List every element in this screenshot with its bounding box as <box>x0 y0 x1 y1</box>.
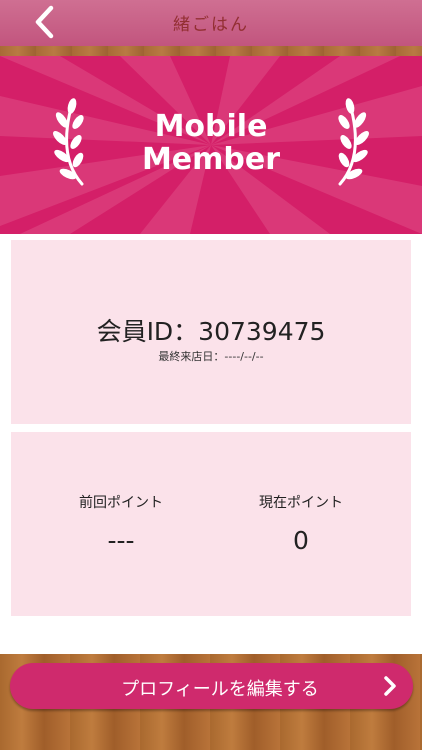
mobile-member-banner: Mobile Member <box>0 56 422 234</box>
laurel-right-icon <box>338 98 369 186</box>
previous-points-label: 前回ポイント <box>79 495 163 511</box>
edit-profile-button[interactable]: プロフィールを編集する <box>10 663 413 709</box>
current-points-label: 現在ポイント <box>259 495 343 511</box>
app-header: 緒ごはん <box>0 0 422 56</box>
member-id: 会員ID：30739475 <box>96 317 326 346</box>
chevron-left-icon <box>35 5 54 39</box>
app-logo: 緒ごはん <box>173 15 249 35</box>
previous-points-value: --- <box>107 526 135 555</box>
last-visit-date: 最終来店日：----/--/-- <box>158 350 264 363</box>
current-points-value: 0 <box>293 526 309 555</box>
points-card: 前回ポイント --- 現在ポイント 0 <box>11 432 411 616</box>
member-id-card: 会員ID：30739475 最終来店日：----/--/-- <box>11 240 411 424</box>
edit-profile-label: プロフィールを編集する <box>121 679 319 700</box>
chevron-right-icon <box>384 676 396 696</box>
back-button[interactable] <box>26 4 62 40</box>
